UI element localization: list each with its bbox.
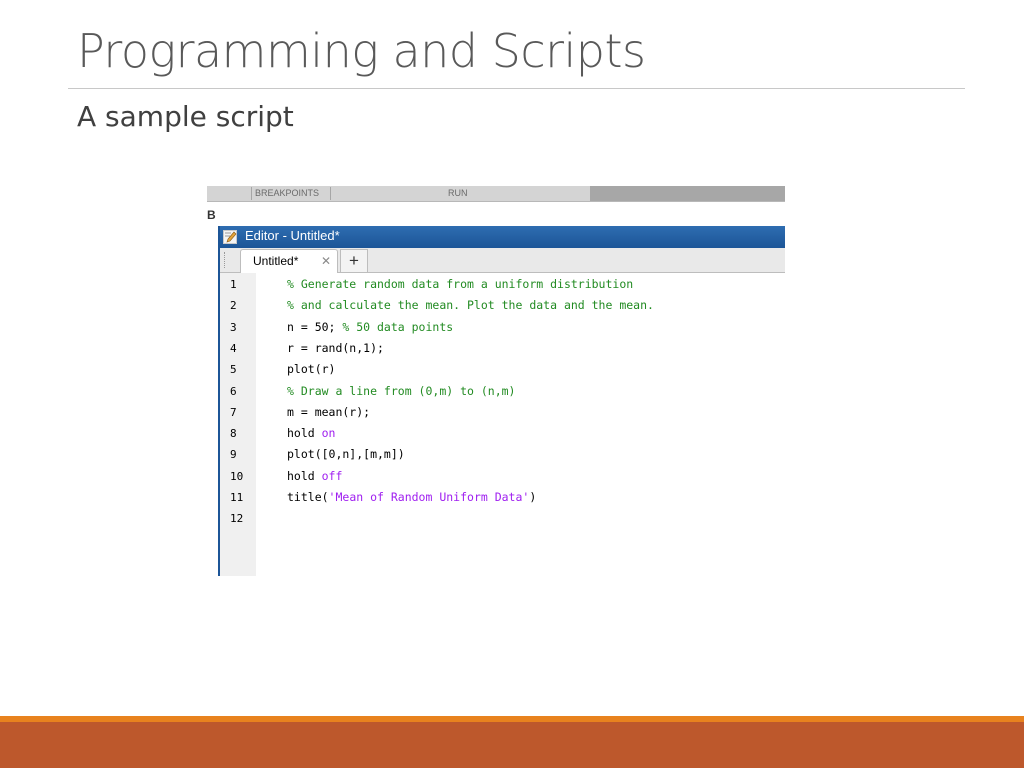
close-icon[interactable]: ✕: [321, 254, 331, 268]
line-number: 10: [230, 469, 244, 483]
code-token-comment: % and calculate the mean. Plot the data …: [287, 298, 654, 313]
side-label: B: [207, 208, 216, 222]
editor-tabbar: Untitled* ✕ +: [220, 248, 785, 273]
editor-titlebar[interactable]: Editor - Untitled*: [218, 226, 785, 248]
code-line[interactable]: 11 title('Mean of Random Uniform Data'): [207, 487, 785, 508]
code-token-plain: plot(r): [287, 362, 336, 377]
code-text: n = 50; % 50 data points: [287, 317, 453, 338]
line-number: 3: [230, 320, 237, 334]
new-tab-button[interactable]: +: [340, 249, 368, 272]
code-line[interactable]: 1 % Generate random data from a uniform d…: [207, 274, 785, 295]
code-token-comment: % 50 data points: [342, 319, 454, 334]
code-text: % and calculate the mean. Plot the data …: [287, 295, 654, 316]
tab-grip-handle[interactable]: [224, 252, 228, 268]
code-token-keyword: off: [321, 468, 343, 483]
slide-subtitle: A sample script: [77, 100, 294, 133]
code-token-plain: ): [529, 490, 537, 504]
title-divider: [68, 88, 965, 89]
code-token-plain: hold: [287, 426, 322, 441]
line-number: 12: [230, 512, 244, 526]
tab-untitled[interactable]: Untitled* ✕: [240, 249, 338, 273]
code-line[interactable]: 4 r = rand(n,1);: [207, 338, 785, 359]
code-line[interactable]: 12: [207, 508, 785, 529]
editor-screenshot: BREAKPOINTS RUN B Editor - Untitled* Unt…: [207, 186, 785, 576]
code-line[interactable]: 2 % and calculate the mean. Plot the data…: [207, 295, 785, 316]
toolstrip-separator: [251, 187, 252, 200]
editor-window-title: Editor - Untitled*: [245, 228, 340, 243]
line-number: 2: [230, 299, 237, 313]
code-token-comment: % Generate random data from a uniform di…: [287, 277, 634, 291]
code-text: plot([0,n],[m,m]): [287, 444, 405, 465]
code-text: title('Mean of Random Uniform Data'): [287, 487, 536, 508]
code-token-plain: hold: [287, 468, 322, 483]
line-number: 7: [230, 405, 237, 419]
code-text: plot(r): [287, 359, 335, 380]
code-line[interactable]: 7 m = mean(r);: [207, 402, 785, 423]
run-section-label: RUN: [448, 188, 468, 198]
code-token-plain: n = 50;: [287, 319, 343, 334]
code-line[interactable]: 10 hold off: [207, 466, 785, 487]
slide-title: Programming and Scripts: [77, 24, 646, 78]
toolstrip: BREAKPOINTS RUN: [207, 186, 785, 202]
code-line[interactable]: 9 plot([0,n],[m,m]): [207, 444, 785, 465]
code-line[interactable]: 5 plot(r): [207, 359, 785, 380]
line-number: 8: [230, 427, 237, 441]
code-text: m = mean(r);: [287, 402, 370, 423]
code-text: % Generate random data from a uniform di…: [287, 274, 633, 295]
code-text: hold on: [287, 423, 335, 444]
code-token-string: 'Mean of Random Uniform Data': [328, 490, 530, 504]
code-token-keyword: on: [321, 426, 336, 441]
code-token-comment: % Draw a line from (0,m) to (n,m): [287, 383, 516, 398]
code-text: r = rand(n,1);: [287, 338, 384, 359]
code-line[interactable]: 6 % Draw a line from (0,m) to (n,m): [207, 381, 785, 402]
breakpoints-section-label: BREAKPOINTS: [255, 188, 320, 198]
line-number: 11: [230, 491, 244, 504]
toolstrip-separator: [330, 187, 331, 200]
code-text: % Draw a line from (0,m) to (n,m): [287, 381, 515, 402]
line-number: 1: [230, 278, 237, 291]
code-token-plain: m = mean(r);: [287, 404, 371, 419]
code-token-plain: title(: [287, 490, 329, 504]
line-number: 4: [230, 341, 237, 355]
footer-band: [0, 722, 1024, 768]
tab-label: Untitled*: [253, 254, 299, 268]
code-line[interactable]: 3 n = 50; % 50 data points: [207, 317, 785, 338]
code-line[interactable]: 8 hold on: [207, 423, 785, 444]
editor-pencil-icon: [223, 230, 237, 244]
code-token-plain: plot([0,n],[m,m]): [287, 447, 405, 462]
code-text: hold off: [287, 466, 342, 487]
line-number: 5: [230, 363, 237, 377]
line-number: 6: [230, 384, 237, 398]
line-number: 9: [230, 448, 237, 462]
toolstrip-shaded-region: [590, 186, 785, 201]
code-token-plain: r = rand(n,1);: [287, 340, 384, 355]
